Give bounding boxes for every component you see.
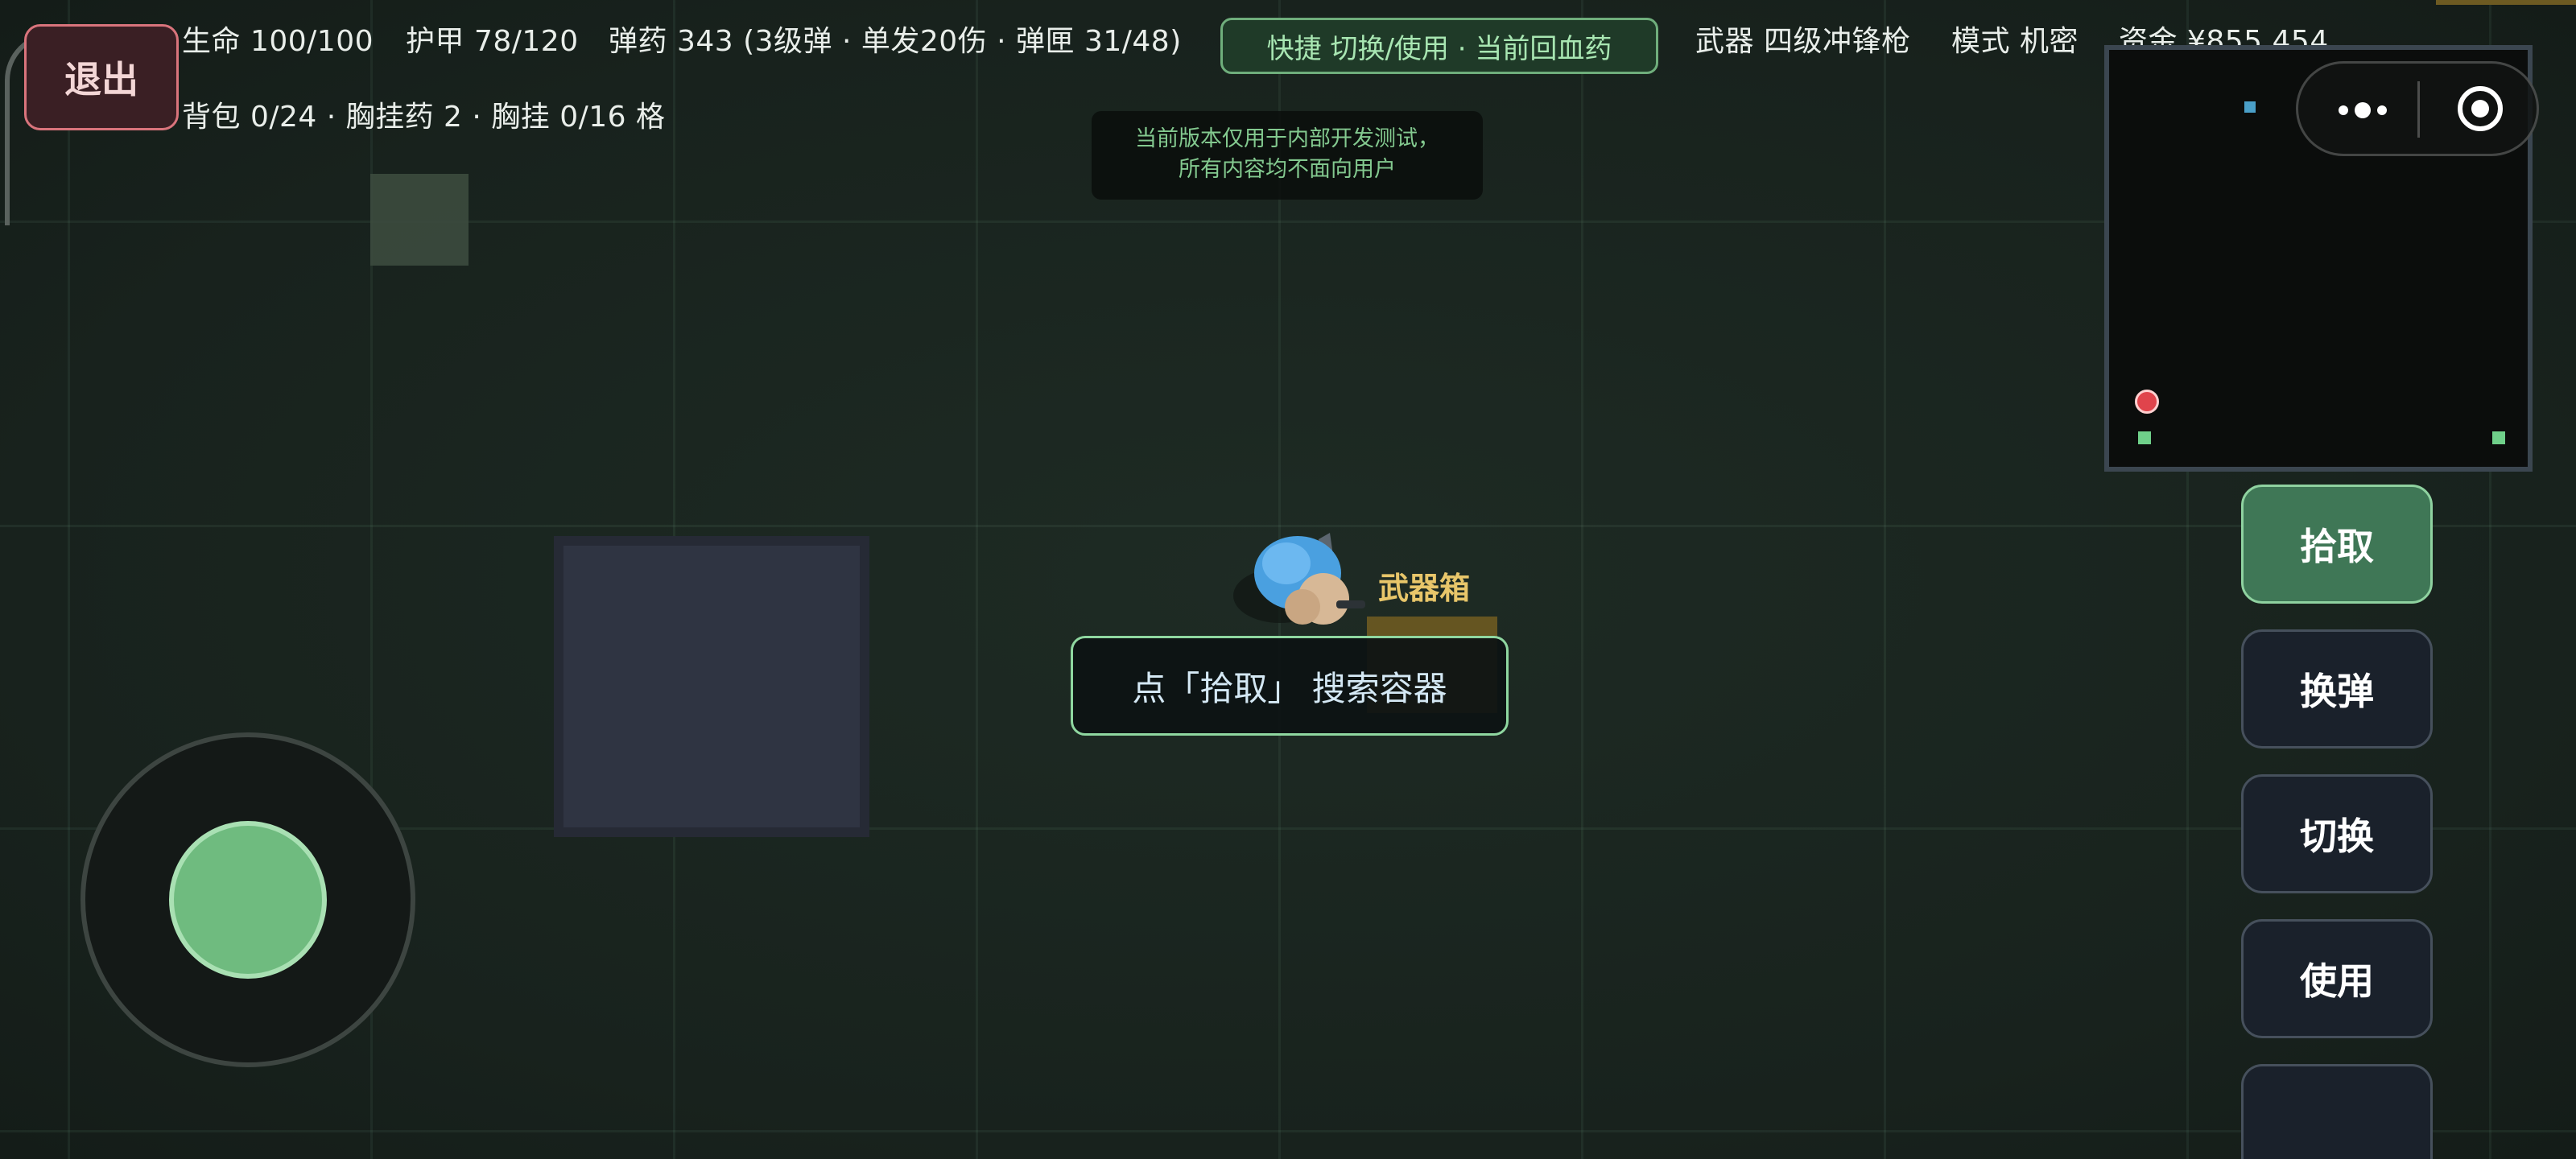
inventory-readout: 背包 0/24 · 胸挂药 2 · 胸挂 0/16 格 xyxy=(182,101,666,134)
weapon-readout: 武器 四级冲锋枪 xyxy=(1695,25,1911,58)
joystick-knob[interactable] xyxy=(169,821,327,979)
dev-notice: 当前版本仅用于内部开发测试， 所有内容均不面向用户 xyxy=(1092,111,1483,200)
crate-label: 武器箱 xyxy=(1378,571,1471,606)
grid-line xyxy=(68,0,70,1159)
minimap-marker xyxy=(2492,431,2505,444)
ammo-readout: 弹药 343 (3级弹 · 单发20伤 · 弹匣 31/48) xyxy=(609,25,1182,58)
grid-line xyxy=(1581,0,1583,1159)
reload-button[interactable]: 换弹 xyxy=(2241,629,2433,749)
minimap-marker xyxy=(2138,431,2151,444)
pickup-button[interactable]: 拾取 xyxy=(2241,485,2433,604)
dev-notice-line: 当前版本仅用于内部开发测试， xyxy=(1135,126,1439,151)
system-menu-capsule xyxy=(2296,61,2539,156)
health-readout: 生命 100/100 xyxy=(182,25,374,58)
target-icon[interactable] xyxy=(2456,85,2504,133)
map-marker xyxy=(2436,0,2576,5)
minimap-marker xyxy=(2244,101,2256,113)
quick-action-pill[interactable]: 快捷 切换/使用 · 当前回血药 xyxy=(1220,18,1658,74)
capsule-divider xyxy=(2417,81,2420,138)
dev-notice-line: 所有内容均不面向用户 xyxy=(1179,157,1396,182)
search-prompt: 点「拾取」 搜索容器 xyxy=(1071,636,1509,736)
floor-tile xyxy=(370,174,469,266)
use-button[interactable]: 使用 xyxy=(2241,919,2433,1038)
switch-button[interactable]: 切换 xyxy=(2241,774,2433,893)
player-location-icon xyxy=(2135,390,2159,414)
exit-button[interactable]: 退出 xyxy=(24,24,179,130)
grid-line xyxy=(976,0,978,1159)
building-block xyxy=(554,536,869,837)
player-character xyxy=(1233,533,1365,625)
mode-readout: 模式 机密 xyxy=(1951,25,2079,58)
game-viewport[interactable]: 武器箱 点「拾取」 搜索容器 退出 生命 100/100 护甲 78/120 弹… xyxy=(0,0,2576,1159)
armor-readout: 护甲 78/120 xyxy=(406,25,579,58)
extra-action-button[interactable] xyxy=(2241,1064,2433,1159)
grid-line xyxy=(1884,0,1886,1159)
grid-line xyxy=(0,1130,2576,1132)
more-dots-icon[interactable] xyxy=(2330,94,2395,126)
